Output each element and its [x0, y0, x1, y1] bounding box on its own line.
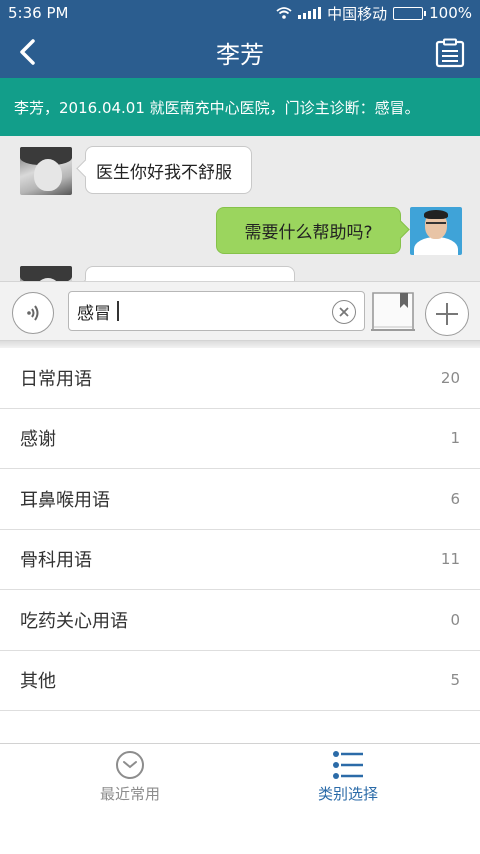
- clipboard-icon: [435, 38, 465, 68]
- text-caret: [117, 301, 119, 321]
- message-input-value: 感冒: [77, 303, 111, 324]
- status-bar: 5:36 PM 中国移动 100%: [0, 0, 480, 26]
- category-label: 日常用语: [20, 368, 92, 390]
- tab-recent-label: 最近常用: [99, 785, 160, 803]
- back-button[interactable]: [10, 34, 46, 70]
- category-label: 耳鼻喉用语: [20, 489, 110, 511]
- book-icon: [371, 292, 415, 331]
- record-button[interactable]: [432, 35, 468, 71]
- message-bubble-outgoing[interactable]: 需要什么帮助吗?: [216, 207, 401, 254]
- message-bubble-incoming[interactable]: [85, 266, 295, 281]
- voice-icon: [27, 305, 39, 321]
- phrasebook-button[interactable]: [371, 291, 415, 333]
- nav-bar: 李芳: [0, 26, 480, 78]
- tab-recent[interactable]: 最近常用: [10, 750, 250, 810]
- category-label: 骨科用语: [20, 550, 92, 572]
- battery-icon: [393, 6, 427, 20]
- category-count: 20: [440, 368, 460, 387]
- chevron-left-icon: [20, 39, 35, 65]
- chat-area[interactable]: 医生你好我不舒服 需要什么帮助吗?: [0, 136, 480, 281]
- status-time: 5:36 PM: [8, 4, 69, 22]
- category-count: 6: [450, 489, 460, 508]
- page-title: 李芳: [216, 40, 264, 69]
- category-item[interactable]: 日常用语 20: [0, 348, 480, 409]
- message-text: 医生你好我不舒服: [96, 162, 232, 183]
- voice-button[interactable]: [12, 292, 54, 334]
- plus-icon: [436, 303, 458, 325]
- category-count: 1: [450, 429, 460, 448]
- message-bubble-incoming[interactable]: 医生你好我不舒服: [85, 146, 252, 194]
- clear-input-button[interactable]: [332, 300, 356, 324]
- category-item[interactable]: 其他 5: [0, 650, 480, 711]
- doctor-avatar[interactable]: [410, 207, 462, 255]
- add-button[interactable]: [425, 292, 469, 336]
- status-carrier: 中国移动: [327, 4, 388, 23]
- category-item[interactable]: 耳鼻喉用语 6: [0, 469, 480, 530]
- input-bar: 感冒: [0, 281, 480, 341]
- tab-category-label: 类别选择: [317, 785, 378, 803]
- category-count: 0: [450, 610, 460, 629]
- clock-icon: [116, 751, 144, 779]
- category-count: 11: [440, 550, 460, 569]
- tab-category[interactable]: 类别选择: [228, 750, 468, 810]
- patient-avatar[interactable]: [20, 147, 72, 195]
- category-label: 感谢: [20, 429, 56, 451]
- category-item[interactable]: 吃药关心用语 0: [0, 590, 480, 651]
- category-label: 其他: [20, 671, 56, 693]
- bottom-tab-bar: 最近常用 类别选择: [0, 743, 480, 854]
- close-icon: [339, 307, 349, 317]
- category-item[interactable]: 感谢 1: [0, 408, 480, 469]
- wifi-icon: [276, 7, 292, 19]
- diagnosis-text: 李芳，2016.04.01 就医南充中心医院，门诊主诊断：感冒。: [14, 98, 420, 117]
- category-label: 吃药关心用语: [20, 610, 128, 632]
- diagnosis-banner: 李芳，2016.04.01 就医南充中心医院，门诊主诊断：感冒。: [0, 78, 480, 136]
- category-count: 5: [450, 671, 460, 690]
- status-battery-percent: 100%: [429, 4, 472, 22]
- category-list: 日常用语 20 感谢 1 耳鼻喉用语 6 骨科用语 11 吃药关心用语 0 其他…: [0, 348, 480, 711]
- list-icon: [333, 751, 363, 779]
- signal-icon: [298, 7, 322, 19]
- message-input[interactable]: 感冒: [68, 291, 365, 331]
- message-text: 需要什么帮助吗?: [244, 223, 373, 243]
- patient-avatar[interactable]: [20, 266, 72, 281]
- category-item[interactable]: 骨科用语 11: [0, 529, 480, 590]
